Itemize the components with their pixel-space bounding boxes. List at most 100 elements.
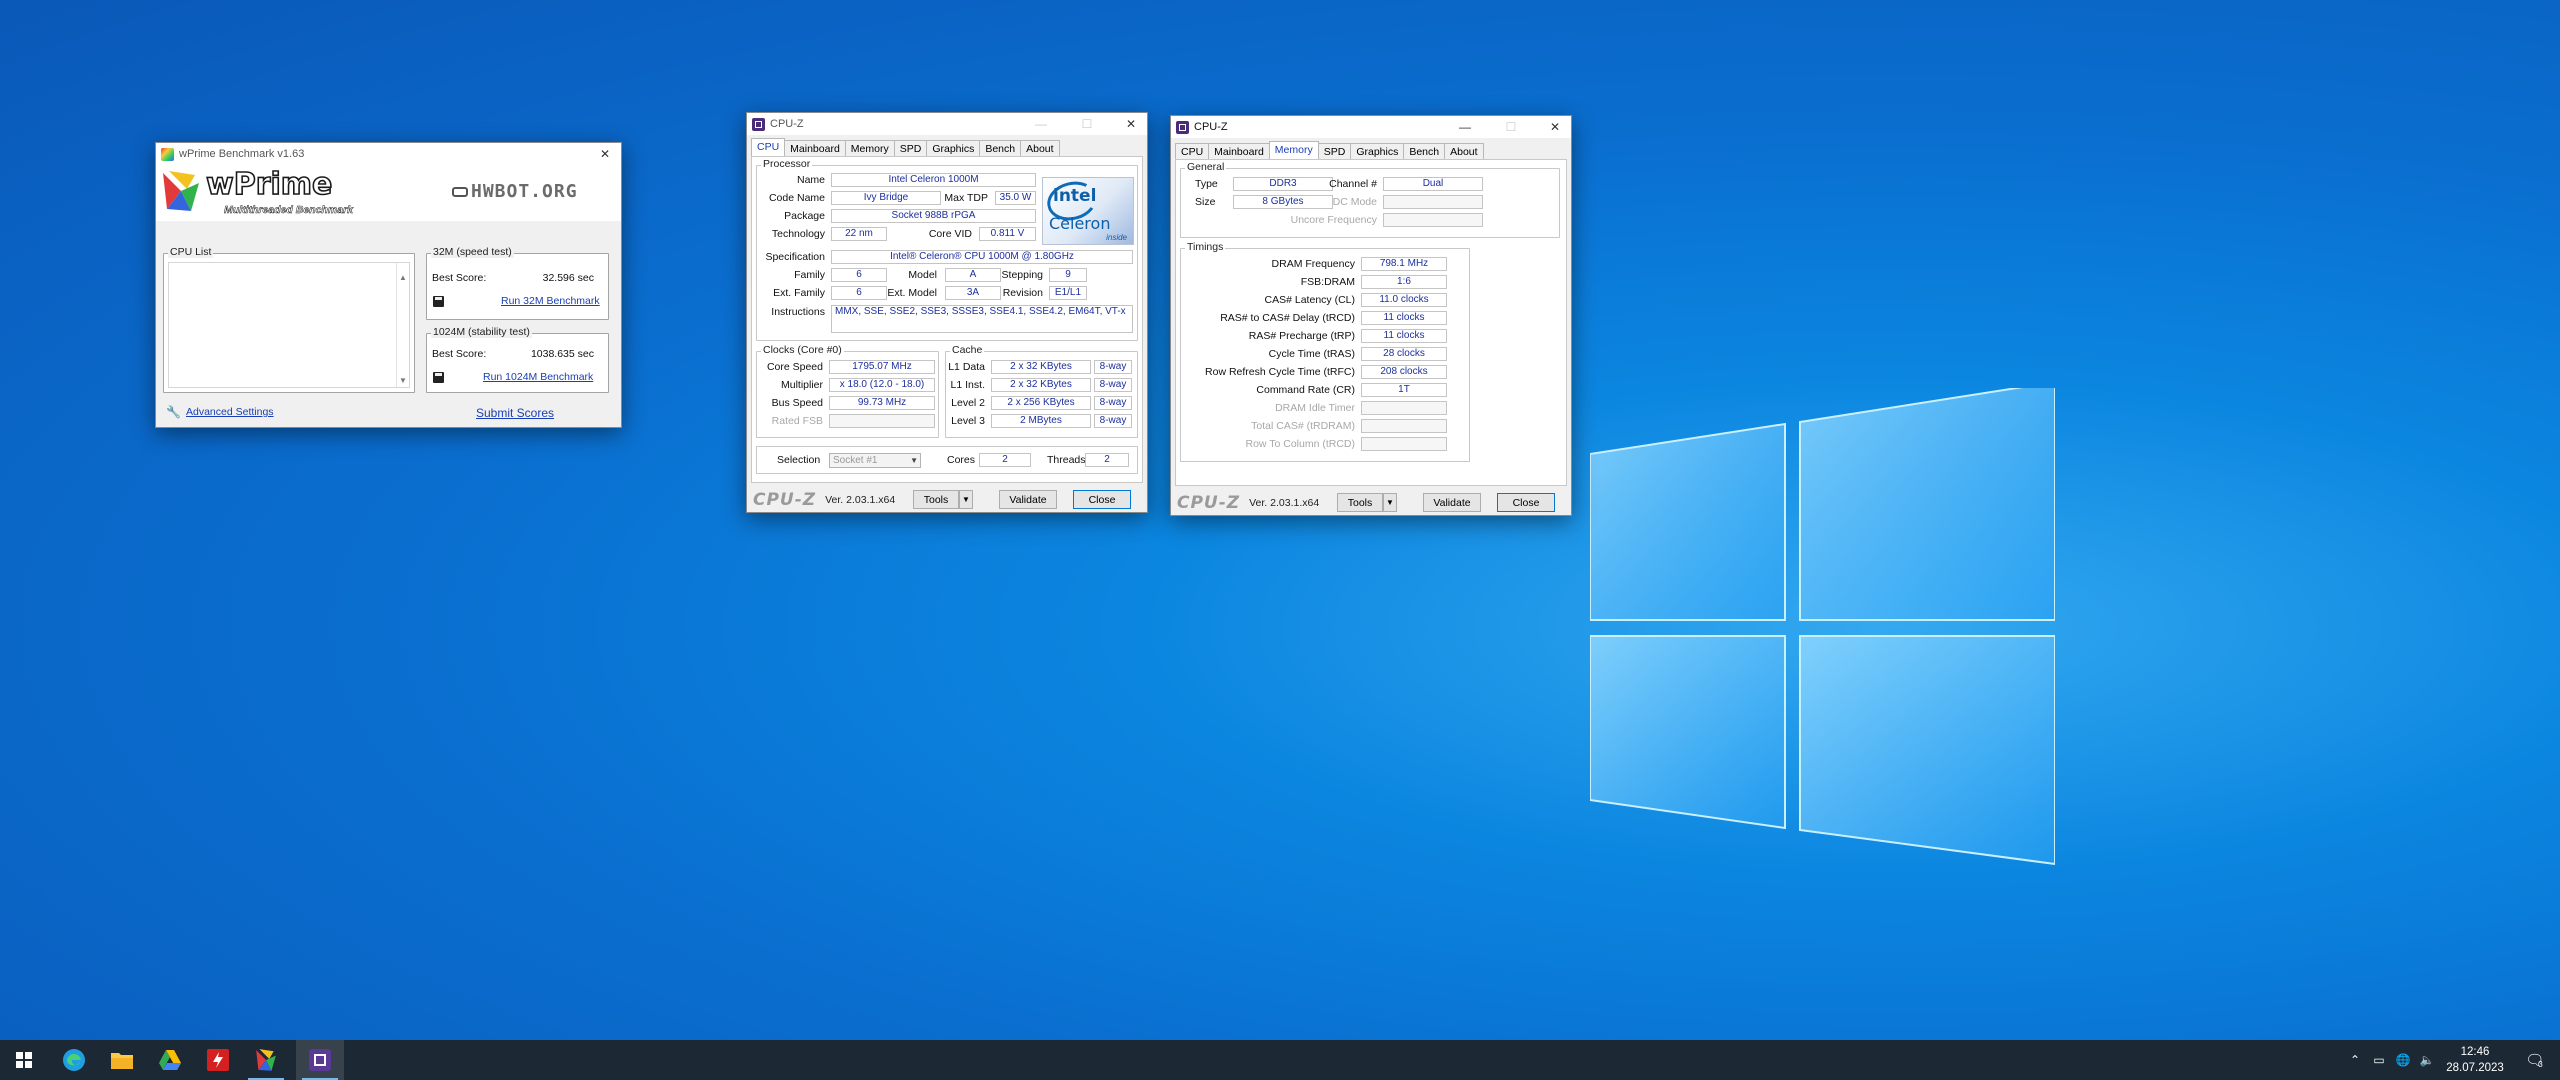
wprime-titlebar[interactable]: wPrime Benchmark v1.63 ✕ [156, 143, 621, 165]
save-disk-icon [433, 372, 444, 383]
chevron-up-icon: ⌃ [2349, 1053, 2361, 1067]
file-explorer-icon [111, 1053, 133, 1069]
taskbar-red-app[interactable] [194, 1040, 242, 1080]
totalcas-value [1361, 419, 1447, 433]
cpuz-icon [309, 1049, 331, 1071]
l2-label: Level 2 [951, 397, 985, 409]
tab-cpu[interactable]: CPU [751, 138, 786, 157]
maximize-icon[interactable]: ☐ [1073, 113, 1101, 135]
corevid-label: Core VID [928, 228, 972, 240]
tray-volume[interactable]: 🔈 [2416, 1040, 2438, 1080]
tab-bench[interactable]: Bench [1403, 143, 1446, 160]
tools-button[interactable]: Tools [913, 490, 959, 509]
trp-label: RAS# Precharge (tRP) [1248, 330, 1355, 342]
run-1024m-link[interactable]: Run 1024M Benchmark [483, 371, 593, 383]
tab-about[interactable]: About [1020, 140, 1060, 157]
revision-label: Revision [1002, 287, 1043, 299]
cpuz-cpu-titlebar[interactable]: CPU-Z — ☐ ✕ [747, 113, 1147, 135]
chevron-down-icon: ▼ [962, 495, 970, 504]
uncore-value [1383, 213, 1483, 227]
tab-memory[interactable]: Memory [844, 140, 895, 157]
cpuz-app-icon [1176, 120, 1189, 134]
socket-select[interactable]: Socket #1 ▼ [829, 453, 921, 468]
tab-mainboard[interactable]: Mainboard [1208, 143, 1270, 160]
cpuz-memory-window: CPU-Z — ☐ ✕ CPU Mainboard Memory SPD Gra… [1170, 115, 1572, 516]
tab-about[interactable]: About [1444, 143, 1484, 160]
speaker-icon: 🔈 [2419, 1053, 2435, 1067]
advanced-settings-link[interactable]: Advanced Settings [186, 406, 274, 418]
speed-best-label: Best Score: [432, 272, 487, 284]
l1d-value: 2 x 32 KBytes [991, 360, 1091, 374]
tools-button[interactable]: Tools [1337, 493, 1383, 512]
stepping-label: Stepping [1001, 269, 1043, 281]
technology-label: Technology [771, 228, 825, 240]
dram-freq-label: DRAM Frequency [1271, 258, 1355, 270]
google-drive-icon [159, 1050, 181, 1070]
cache-group-label: Cache [950, 344, 985, 356]
taskbar-file-explorer[interactable] [98, 1040, 146, 1080]
close-button[interactable]: Close [1497, 493, 1555, 512]
maximize-icon[interactable]: ☐ [1497, 116, 1525, 138]
submit-scores-link[interactable]: Submit Scores [476, 406, 554, 420]
stability-best-value: 1038.635 sec [530, 348, 594, 360]
action-center-button[interactable]: 🗨 3 [2516, 1040, 2552, 1080]
tray-network[interactable]: 🌐 [2392, 1040, 2414, 1080]
taskbar-wprime[interactable] [242, 1040, 290, 1080]
taskbar-clock[interactable]: 12:46 28.07.2023 [2440, 1044, 2510, 1076]
tray-overflow-chevron[interactable]: ⌃ [2344, 1040, 2366, 1080]
cpu-list-box[interactable]: ▲ ▼ [168, 262, 410, 388]
cpuz-version: Ver. 2.03.1.x64 [825, 494, 896, 506]
type-value: DDR3 [1233, 177, 1333, 191]
validate-button[interactable]: Validate [1423, 493, 1481, 512]
start-button[interactable] [0, 1040, 48, 1080]
close-icon[interactable]: ✕ [591, 143, 619, 165]
technology-value: 22 nm [831, 227, 887, 241]
tools-label: Tools [1347, 496, 1373, 509]
ratedfsb-label: Rated FSB [771, 415, 823, 427]
l3-way: 8-way [1094, 414, 1132, 428]
scroll-down-icon[interactable]: ▼ [397, 376, 409, 385]
cpuz-mem-titlebar[interactable]: CPU-Z — ☐ ✕ [1171, 116, 1571, 138]
tab-graphics[interactable]: Graphics [926, 140, 981, 157]
close-icon[interactable]: ✕ [1541, 116, 1569, 138]
minimize-icon[interactable]: — [1027, 113, 1055, 135]
validate-button[interactable]: Validate [999, 490, 1057, 509]
minimize-icon[interactable]: — [1451, 116, 1479, 138]
tab-cpu[interactable]: CPU [1175, 143, 1210, 160]
taskbar-edge[interactable] [50, 1040, 98, 1080]
model-value: A [945, 268, 1001, 282]
close-button[interactable]: Close [1073, 490, 1131, 509]
windows-desktop-logo [1589, 380, 2056, 868]
close-icon[interactable]: ✕ [1117, 113, 1145, 135]
validate-label: Validate [1009, 493, 1047, 506]
tab-graphics[interactable]: Graphics [1350, 143, 1405, 160]
scroll-up-icon[interactable]: ▲ [397, 273, 409, 282]
tab-memory[interactable]: Memory [1268, 141, 1319, 160]
battery-icon: ▭ [2373, 1053, 2385, 1067]
cr-value: 1T [1361, 383, 1447, 397]
intel-celeron-logo: intel Celeron inside [1042, 176, 1134, 245]
hwbot-logo[interactable]: HWBOT.ORG [452, 181, 578, 202]
tab-mainboard[interactable]: Mainboard [784, 140, 846, 157]
cpu-list-scrollbar[interactable]: ▲ ▼ [396, 263, 409, 387]
tab-spd[interactable]: SPD [893, 140, 928, 157]
tools-dropdown-button[interactable]: ▼ [1383, 493, 1397, 512]
settings-wrench-icon: 🔧 [166, 405, 181, 419]
taskbar-cpuz[interactable] [296, 1040, 344, 1080]
tools-dropdown-button[interactable]: ▼ [959, 490, 973, 509]
tab-bench[interactable]: Bench [979, 140, 1022, 157]
tab-spd[interactable]: SPD [1317, 143, 1352, 160]
run-32m-link[interactable]: Run 32M Benchmark [501, 295, 600, 307]
cpuz-tabs: CPU Mainboard Memory SPD Graphics Bench … [1171, 138, 1571, 160]
edge-icon [63, 1049, 85, 1071]
tray-battery[interactable]: ▭ [2368, 1040, 2390, 1080]
taskbar: ⌃ ▭ 🌐 🔈 12:46 28.07.2023 🗨 3 [0, 1040, 2560, 1080]
socket-select-value: Socket #1 [833, 455, 878, 466]
l2-value: 2 x 256 KBytes [991, 396, 1091, 410]
trp-value: 11 clocks [1361, 329, 1447, 343]
type-label: Type [1195, 178, 1218, 190]
dcmode-label: DC Mode [1332, 196, 1377, 208]
stability-test-label: 1024M (stability test) [431, 326, 532, 338]
taskbar-google-drive[interactable] [146, 1040, 194, 1080]
corespeed-value: 1795.07 MHz [829, 360, 935, 374]
